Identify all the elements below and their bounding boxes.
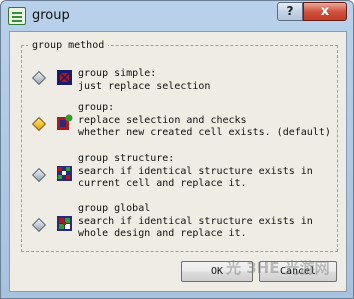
group-global-icon [57,216,72,231]
option-group-simple[interactable]: group simple: just replace selection [30,68,330,94]
window-title: group [32,8,70,23]
title-bar[interactable]: group ? x [1,1,353,31]
group-icon [57,114,73,130]
watermark-logo: 光 3HE 光游网 [226,259,330,277]
help-button[interactable]: ? [277,2,303,21]
dialog-body: group method group simple: just replace … [9,31,347,292]
option-text-group-structure: group structure: search if identical str… [78,153,313,189]
close-button[interactable]: x [303,2,347,21]
group-structure-icon [57,166,72,181]
option-group-global[interactable]: group global search if identical structu… [30,203,330,243]
group-simple-icon [57,70,72,85]
option-text-group-global: group global search if identical structu… [78,203,313,239]
radio-group-structure[interactable] [31,167,47,183]
option-text-group: group: replace selection and checks whet… [78,102,331,138]
app-icon [8,7,26,25]
radio-group-simple[interactable] [31,70,47,86]
option-group-structure[interactable]: group structure: search if identical str… [30,153,330,193]
dialog-window: group ? x group method group simple: jus… [0,0,354,299]
radio-group-global[interactable] [31,217,47,233]
radio-group[interactable] [31,116,47,132]
group-method-label: group method [28,40,109,51]
option-group[interactable]: group: replace selection and checks whet… [30,102,331,142]
option-text-group-simple: group simple: just replace selection [78,68,211,92]
